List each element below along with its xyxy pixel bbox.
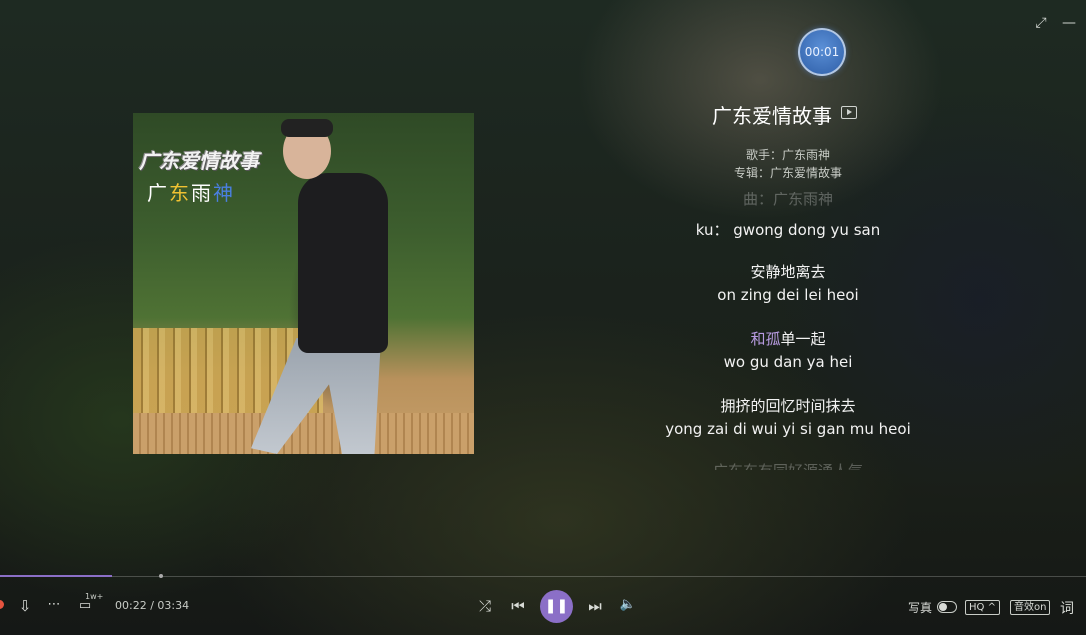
minimize-icon[interactable]: — (1060, 14, 1078, 32)
progress-fill[interactable] (0, 575, 112, 577)
lyric-line-en: wo gu dan ya hei (723, 353, 853, 371)
play-timer-badge: 00:01 (798, 28, 846, 76)
album-label: 专辑： (733, 166, 770, 180)
singer-label: 歌手： (745, 148, 782, 162)
previous-track-icon[interactable]: ⏮ (508, 597, 528, 615)
comment-count-badge: 1w+ (85, 592, 104, 601)
cover-artist-char: 神 (213, 181, 235, 205)
lyric-line-en: ku： gwong dong yu san (695, 221, 881, 239)
song-title: 广东爱情故事 (712, 104, 832, 128)
cover-floor (133, 413, 474, 454)
shuffle-icon[interactable]: ⤮ (475, 597, 495, 615)
photo-mode-toggle[interactable] (937, 601, 957, 613)
singer-info: 歌手：广东雨神 (600, 146, 976, 163)
lyric-unsung-part: 单一起 (780, 330, 826, 348)
cover-artist-char: 广 (147, 181, 169, 205)
total-time: 03:34 (157, 599, 190, 612)
lyrics-toggle-button[interactable]: 词 (1060, 598, 1074, 618)
time-separator: / (146, 599, 158, 612)
download-icon[interactable]: ⇩ (16, 597, 34, 615)
cover-artist-char: 东 (169, 181, 191, 205)
singer-link[interactable]: 广东雨神 (782, 148, 830, 162)
more-icon[interactable]: ⋯ (45, 597, 63, 612)
cover-artist-char: 雨 (191, 181, 213, 205)
mv-play-icon[interactable] (841, 106, 857, 119)
lyric-line-zh: 拥挤的回忆时间抹去 (720, 397, 856, 415)
lyric-line-faded: 曲：广东雨神 (742, 192, 833, 208)
lyrics-panel[interactable]: 曲：广东雨神 ku： gwong dong yu san 安静地离去 on zi… (600, 192, 976, 470)
lyric-line-zh: 安静地离去 (750, 263, 826, 281)
sound-effect-button[interactable]: 音效on (1010, 600, 1051, 615)
pause-button[interactable]: ❚❚ (540, 590, 573, 623)
lyric-line-en: yong zai di wui yi si gan mu heoi (665, 420, 911, 438)
cover-title-art: 广东爱情故事 (139, 149, 259, 173)
lyric-line-en: on zing dei lei heoi (717, 286, 859, 304)
playback-time: 00:22 / 03:34 (115, 599, 189, 612)
lyric-sung-part: 和孤 (750, 330, 781, 348)
album-info: 专辑：广东爱情故事 (600, 164, 976, 181)
current-time: 00:22 (115, 599, 147, 612)
lyric-line-zh-current: 和孤单一起 (600, 328, 976, 349)
lyric-line-faded: 广东东有同好源通人气 (600, 460, 976, 470)
photo-mode-label[interactable]: 写真 (908, 599, 932, 616)
quality-button[interactable]: HQ ^ (965, 600, 1000, 615)
cover-person-cap (281, 119, 333, 137)
next-track-icon[interactable]: ⏭ (585, 597, 605, 615)
album-cover: 广东爱情故事 广东雨神 (133, 113, 474, 454)
cover-person-body (298, 173, 388, 353)
volume-icon[interactable]: 🔈 (618, 597, 638, 612)
cover-artist-art: 广东雨神 (147, 177, 235, 206)
fullscreen-icon[interactable]: ⤢ (1032, 14, 1050, 32)
album-link[interactable]: 广东爱情故事 (770, 166, 842, 180)
